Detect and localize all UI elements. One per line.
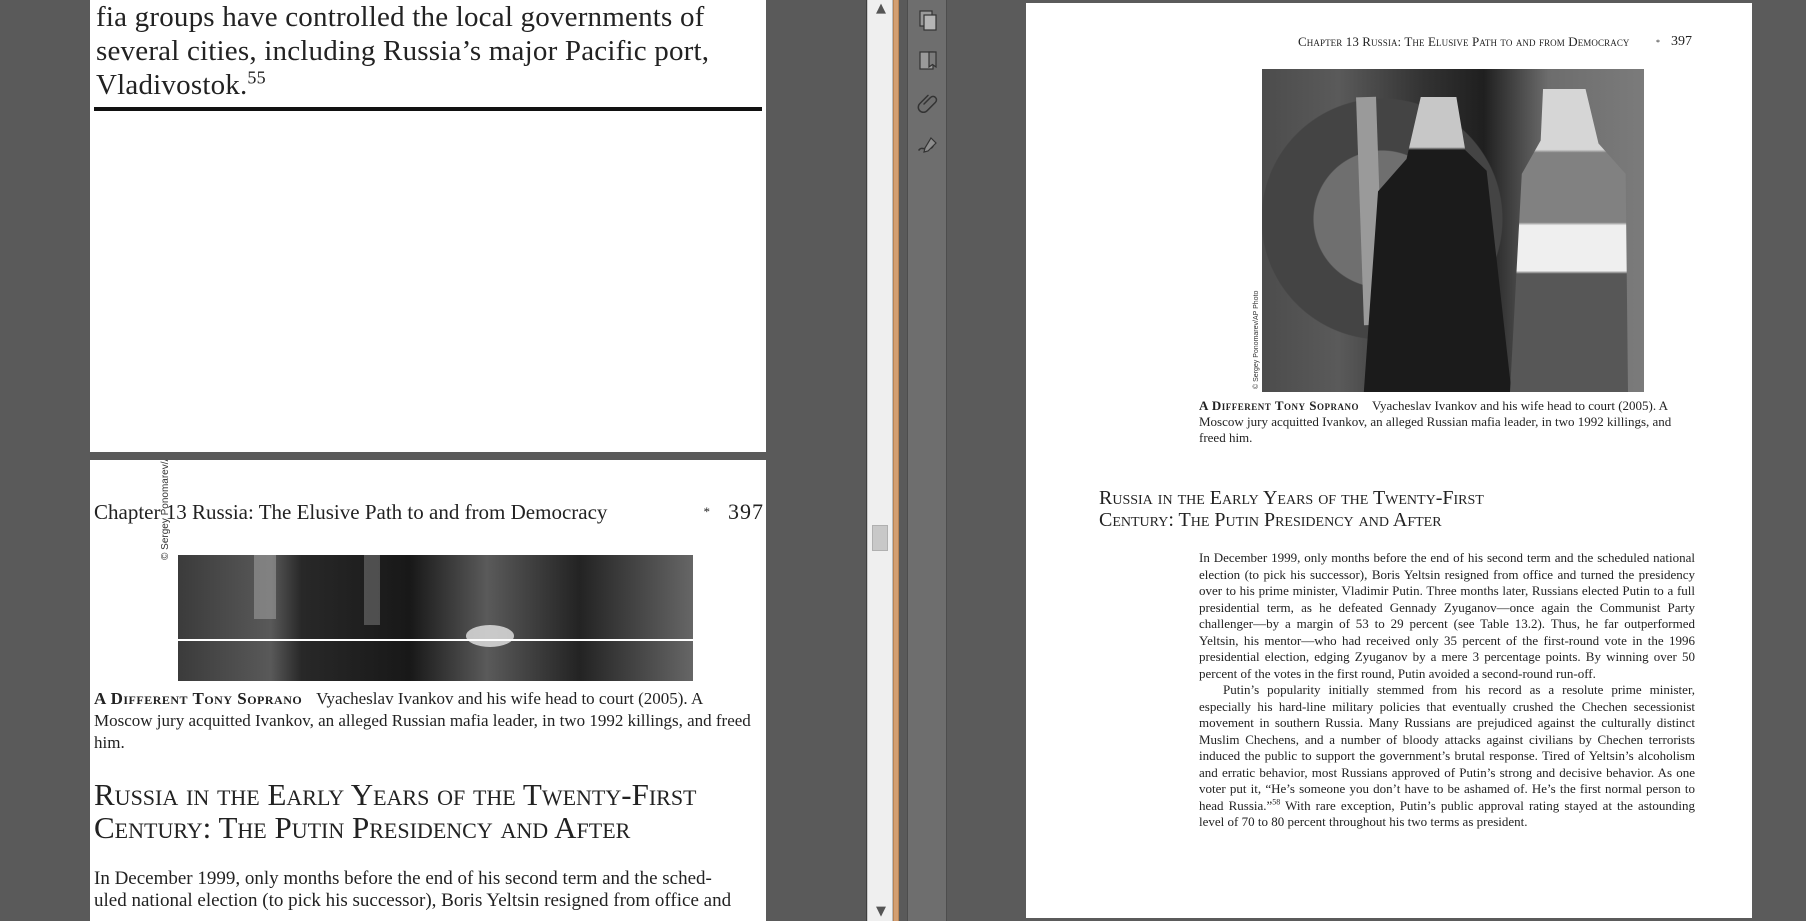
photo-shape xyxy=(254,555,276,619)
continued-line-3-text: Vladivostok. xyxy=(96,69,248,101)
bookmark-icon-svg xyxy=(919,51,937,70)
left-section-title-line-2: Century: The Putin Presidency and After xyxy=(94,810,631,845)
footnote-55: 55 xyxy=(247,67,266,88)
left-scrollbar[interactable]: ▲ ▼ xyxy=(867,0,893,921)
photo-hands xyxy=(466,625,514,647)
scroll-down-button[interactable]: ▼ xyxy=(868,903,894,921)
attachment-icon[interactable] xyxy=(915,90,941,116)
left-photo-credit: © Sergey Ponomarev/AP Photo xyxy=(160,460,171,560)
paragraph-2-text-before-note: Putin’s popularity initially stemmed fro… xyxy=(1199,682,1695,813)
left-section-title: Russia in the Early Years of the Twenty-… xyxy=(94,778,764,844)
left-photo-caption: A Different Tony Soprano Vyacheslav Ivan… xyxy=(94,688,764,754)
right-page-number: 397 xyxy=(1671,34,1692,49)
split-divider[interactable] xyxy=(893,0,899,921)
section-rule xyxy=(94,107,762,111)
bookmark-icon[interactable] xyxy=(915,48,941,74)
pdf-viewer: fia groups have controlled the local gov… xyxy=(0,0,1806,921)
continued-line-1: fia groups have controlled the local gov… xyxy=(96,1,705,33)
left-header-separator: * xyxy=(703,504,711,519)
left-body-line-1: In December 1999, only months before the… xyxy=(94,868,712,889)
right-section-title: Russia in the Early Years of the Twenty-… xyxy=(1099,487,1559,531)
right-caption-title: A Different Tony Soprano xyxy=(1199,398,1359,413)
pages-icon-svg xyxy=(919,10,937,31)
left-top-page: fia groups have controlled the local gov… xyxy=(90,0,766,452)
court-photo xyxy=(1262,69,1644,392)
right-document-page: Chapter 13 Russia: The Elusive Path to a… xyxy=(1026,3,1752,918)
paragraph-2: Putin’s popularity initially stemmed fro… xyxy=(1199,682,1695,831)
photo-shape xyxy=(364,555,380,625)
photo-woman xyxy=(1510,89,1628,392)
left-document-pane[interactable]: fia groups have controlled the local gov… xyxy=(0,0,867,921)
left-page-header: Chapter 13 Russia: The Elusive Path to a… xyxy=(94,498,764,526)
signature-icon-svg xyxy=(918,137,937,153)
tool-strip xyxy=(907,0,947,921)
right-section-title-line-2: Century: The Putin Presidency and After xyxy=(1099,509,1442,531)
right-header-separator: * xyxy=(1656,37,1660,47)
left-partial-photo xyxy=(178,555,693,681)
pages-icon[interactable] xyxy=(915,7,941,33)
left-page-number: 397 xyxy=(728,499,764,524)
left-body-text: In December 1999, only months before the… xyxy=(94,868,764,912)
continued-line-2: several cities, including Russia’s major… xyxy=(96,35,710,67)
left-body-line-2: uled national election (to pick his succ… xyxy=(94,890,732,911)
paragraph-1: In December 1999, only months before the… xyxy=(1199,550,1695,681)
right-chapter-header: Chapter 13 Russia: The Elusive Path to a… xyxy=(1298,34,1630,49)
continued-line-3: Vladivostok.55 xyxy=(96,68,760,102)
scroll-thumb[interactable] xyxy=(872,525,888,551)
right-photo-caption: A Different Tony Soprano Vyacheslav Ivan… xyxy=(1199,398,1695,446)
attachment-icon-svg xyxy=(917,94,938,114)
left-bottom-page: Chapter 13 Russia: The Elusive Path to a… xyxy=(90,460,766,921)
left-caption-title: A Different Tony Soprano xyxy=(94,689,303,708)
scroll-up-button[interactable]: ▲ xyxy=(868,0,894,18)
right-section-title-line-1: Russia in the Early Years of the Twenty-… xyxy=(1099,487,1484,509)
right-body-text: In December 1999, only months before the… xyxy=(1199,550,1695,831)
right-page-header: Chapter 13 Russia: The Elusive Path to a… xyxy=(1298,31,1692,53)
signature-icon[interactable] xyxy=(915,132,941,158)
left-section-title-line-1: Russia in the Early Years of the Twenty-… xyxy=(94,777,697,812)
continued-paragraph: fia groups have controlled the local gov… xyxy=(96,0,760,102)
right-document-pane[interactable]: Chapter 13 Russia: The Elusive Path to a… xyxy=(947,0,1806,921)
selection-line xyxy=(178,639,693,641)
